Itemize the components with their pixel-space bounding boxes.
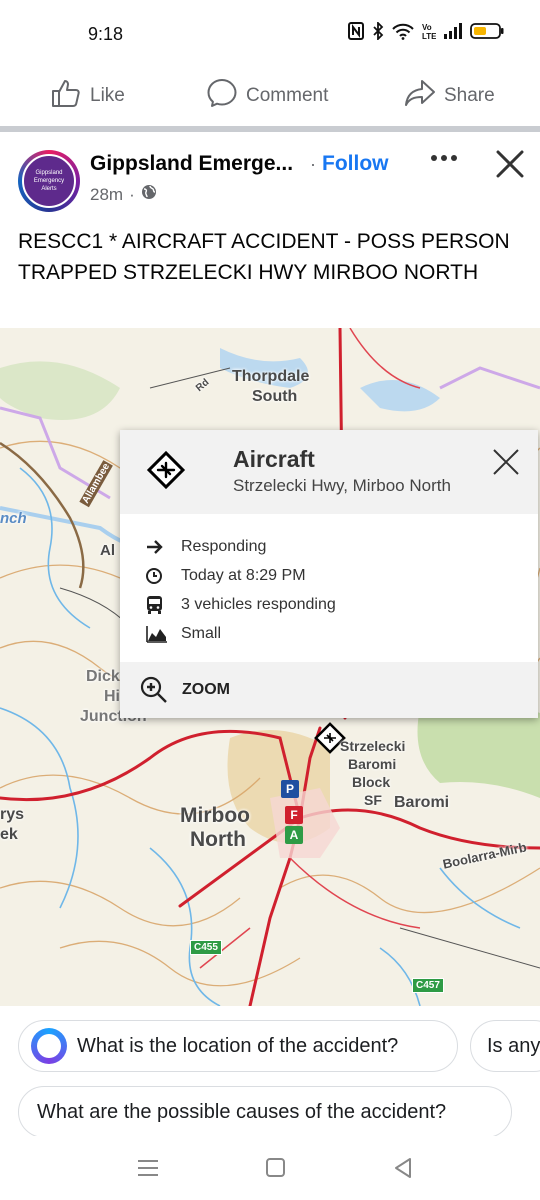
more-options-button[interactable]: [426, 148, 466, 178]
map-label-al: Al: [100, 542, 115, 559]
fire-station-marker[interactable]: F: [285, 806, 303, 824]
map-label-nch: nch: [0, 510, 27, 527]
suggestion-chip-causes[interactable]: What are the possible causes of the acci…: [18, 1086, 512, 1138]
meta-ai-icon: [31, 1028, 67, 1064]
menu-lines-icon: [138, 1160, 158, 1176]
aircraft-icon: [146, 450, 186, 490]
clock-icon: [146, 567, 181, 585]
comment-label: Comment: [246, 85, 329, 106]
map-label-mirboo: Mirboo: [180, 804, 250, 827]
thumbs-up-icon: [50, 78, 82, 114]
recent-apps-button[interactable]: [134, 1156, 162, 1180]
comment-button[interactable]: Comment: [206, 78, 328, 114]
like-label: Like: [90, 85, 125, 106]
status-icons: Vo LTE: [348, 22, 504, 40]
post-header: Gippsland Emergency Alerts Gippsland Eme…: [0, 132, 540, 218]
square-home-icon: [266, 1158, 285, 1177]
triangle-back-icon: [395, 1158, 411, 1178]
wifi-icon: [392, 22, 414, 40]
bus-icon: [146, 595, 181, 615]
suggestion-chip-location[interactable]: What is the location of the accident?: [18, 1020, 458, 1072]
follow-button[interactable]: Follow: [322, 152, 389, 176]
zoom-label: ZOOM: [182, 681, 230, 698]
share-arrow-icon: [404, 78, 436, 114]
battery-icon: [470, 22, 504, 40]
post-meta: 28m ·: [90, 184, 157, 205]
incident-popup: Aircraft Strzelecki Hwy, Mirboo North Re…: [120, 430, 538, 718]
more-dots-icon: [431, 155, 457, 161]
close-icon: [493, 449, 519, 475]
map-label-hi: Hi: [104, 688, 120, 705]
svg-text:LTE: LTE: [422, 32, 436, 40]
area-chart-icon: [146, 625, 181, 643]
comment-bubble-icon: [206, 78, 238, 114]
post-time[interactable]: 28m: [90, 185, 123, 205]
map-label-sf: SF: [364, 792, 382, 808]
avatar-logo: Gippsland Emergency Alerts: [22, 154, 76, 208]
map-label-dick: Dick: [86, 668, 120, 685]
parking-marker[interactable]: P: [281, 780, 299, 798]
signal-icon: [444, 23, 462, 39]
hide-post-button[interactable]: [494, 148, 526, 180]
globe-icon: [141, 184, 157, 205]
popup-header: Aircraft Strzelecki Hwy, Mirboo North: [120, 430, 538, 514]
map-label-rys: rys: [0, 806, 25, 823]
suggestion-chip-partial[interactable]: Is any: [470, 1020, 540, 1072]
post-text: RESCC1 * AIRCRAFT ACCIDENT - POSS PERSON…: [18, 230, 510, 284]
nfc-icon: [348, 22, 364, 40]
popup-title: Aircraft: [233, 446, 315, 472]
back-button[interactable]: [390, 1156, 418, 1180]
post-action-bar: Like Comment Share: [0, 64, 540, 126]
status-bar: 9:18 Vo LTE: [0, 0, 540, 64]
status-time: 9:18: [88, 24, 124, 44]
zoom-button[interactable]: ZOOM: [120, 662, 538, 718]
ambulance-station-marker[interactable]: A: [285, 826, 303, 844]
map-label-ek: ek: [0, 826, 18, 843]
svg-text:Vo: Vo: [422, 23, 432, 32]
page-name[interactable]: Gippsland Emerge...: [90, 152, 293, 176]
close-icon: [496, 150, 524, 178]
separator-dot: ·: [310, 154, 316, 174]
map-label-baromi-block-1: Baromi: [348, 756, 397, 772]
popup-close-button[interactable]: [490, 446, 522, 478]
popup-location: Strzelecki Hwy, Mirboo North: [233, 476, 451, 495]
road-badge-c457: C457: [412, 978, 444, 993]
road-badge-c455: C455: [190, 940, 222, 955]
volte-icon: Vo LTE: [422, 22, 436, 40]
map-label-strzelecki: Strzelecki: [340, 738, 406, 754]
system-navigation-bar: [0, 1136, 540, 1200]
map-label-block: Block: [352, 774, 391, 790]
share-label: Share: [444, 85, 495, 106]
meta-separator: ·: [129, 184, 135, 204]
map-label-north: North: [190, 828, 246, 851]
detail-status: Responding: [146, 532, 336, 561]
bluetooth-icon: [372, 22, 384, 40]
home-button[interactable]: [262, 1156, 290, 1180]
share-button[interactable]: Share: [404, 78, 495, 114]
popup-details: Responding Today at 8:29 PM 3 vehicles r…: [146, 532, 336, 648]
detail-vehicles: 3 vehicles responding: [146, 590, 336, 619]
map-label-south: South: [252, 388, 298, 405]
zoom-in-icon: [140, 676, 182, 704]
like-button[interactable]: Like: [50, 78, 125, 114]
arrow-right-icon: [146, 539, 181, 555]
detail-size: Small: [146, 619, 336, 648]
map-label-baromi: Baromi: [394, 794, 450, 811]
page-avatar[interactable]: Gippsland Emergency Alerts: [18, 150, 80, 212]
map-label-thorpdale: Thorpdale: [232, 368, 310, 385]
detail-time: Today at 8:29 PM: [146, 561, 336, 590]
